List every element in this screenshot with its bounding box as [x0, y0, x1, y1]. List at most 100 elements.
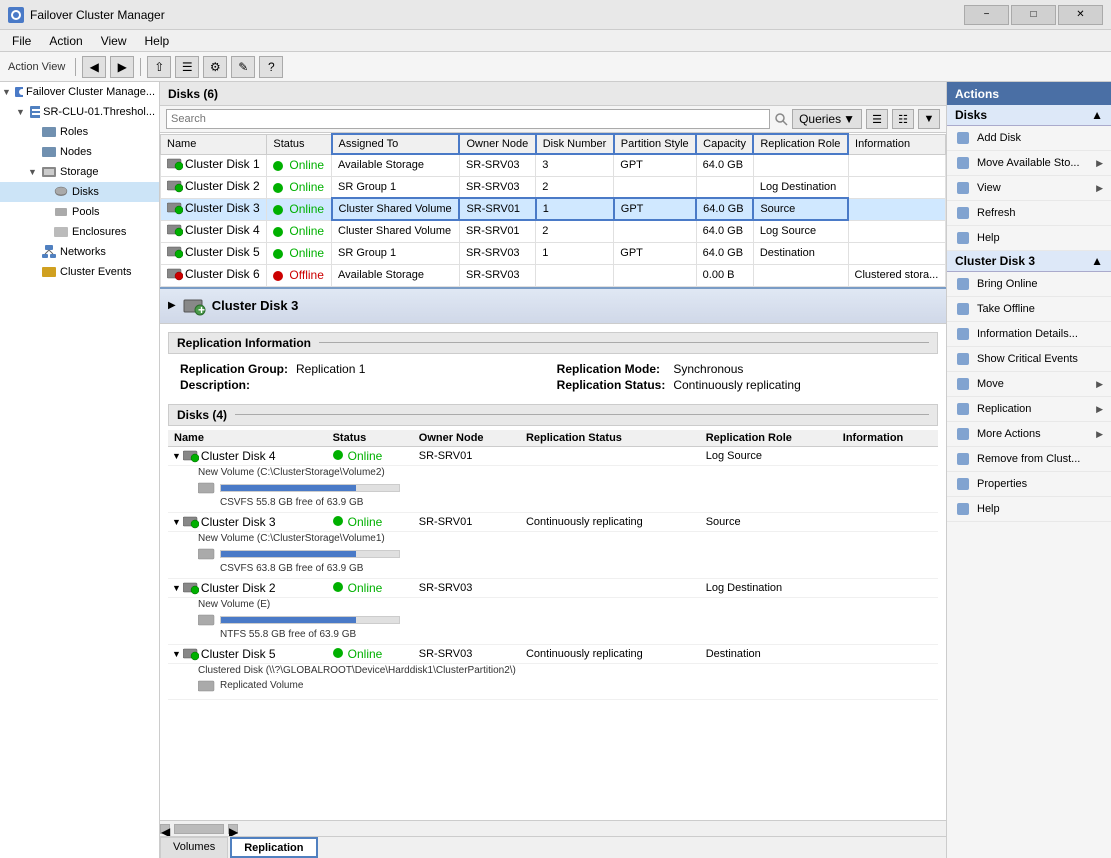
- tree-item-cluster[interactable]: ▼ SR-CLU-01.Threshol...: [0, 102, 159, 122]
- view-toggle-1[interactable]: ☰: [866, 109, 888, 129]
- table-row[interactable]: Cluster Disk 4 Online Cluster Shared Vol…: [161, 220, 946, 242]
- tab-volumes[interactable]: Volumes: [160, 837, 228, 858]
- toolbar-show-hide[interactable]: ☰: [175, 56, 199, 78]
- collapse-btn[interactable]: ▼: [172, 451, 181, 461]
- search-input[interactable]: [166, 109, 770, 129]
- tab-replication[interactable]: Replication: [230, 837, 317, 858]
- collapse-btn[interactable]: ▼: [172, 517, 181, 527]
- disk-table-header: Name Status Owner Node Replication Statu…: [168, 430, 938, 447]
- actions-disk3-label: Cluster Disk 3: [955, 254, 1035, 268]
- cell-disk-num: [536, 264, 614, 286]
- action-disk3-replication[interactable]: Replication ▶: [947, 397, 1111, 422]
- action-disk3-label: Properties: [977, 478, 1103, 490]
- toolbar-help[interactable]: ?: [259, 56, 283, 78]
- view-toggle-3[interactable]: ▼: [918, 109, 940, 129]
- view-toggle-2[interactable]: ☷: [892, 109, 914, 129]
- menu-view[interactable]: View: [93, 32, 135, 50]
- cell-status: Online: [267, 154, 332, 176]
- col-rep-role[interactable]: Replication Role: [753, 134, 848, 154]
- status-text: Online: [289, 224, 324, 238]
- minimize-button[interactable]: −: [964, 5, 1009, 25]
- desc-value: [296, 378, 549, 392]
- tree-item-networks[interactable]: Networks: [0, 242, 159, 262]
- action-item-add-disk[interactable]: Add Disk: [947, 126, 1111, 151]
- action-disk3-more-actions[interactable]: More Actions ▶: [947, 422, 1111, 447]
- left-panel: ▼ Failover Cluster Manage... ▼ SR-CLU-01…: [0, 82, 160, 858]
- action-disk3-properties[interactable]: Properties: [947, 472, 1111, 497]
- col-assigned[interactable]: Assigned To: [332, 134, 460, 154]
- d-cell-info: [837, 446, 938, 465]
- action-disk3-show-critical-events[interactable]: Show Critical Events: [947, 347, 1111, 372]
- panel-title: Disks (6): [168, 87, 218, 101]
- table-row[interactable]: Cluster Disk 3 Online Cluster Shared Vol…: [161, 198, 946, 220]
- table-row[interactable]: Cluster Disk 2 Online SR Group 1 SR-SRV0…: [161, 176, 946, 198]
- disk-detail-row[interactable]: ▼ Cluster Disk 4 Online SR-SRV01 Log Sou…: [168, 446, 938, 465]
- actions-title: Actions: [955, 87, 999, 101]
- toolbar-console[interactable]: ⚙: [203, 56, 227, 78]
- action-disk3-take-offline[interactable]: Take Offline: [947, 297, 1111, 322]
- toolbar-forward[interactable]: ▶: [110, 56, 134, 78]
- col-name[interactable]: Name: [161, 134, 267, 154]
- close-button[interactable]: ✕: [1058, 5, 1103, 25]
- col-capacity[interactable]: Capacity: [696, 134, 753, 154]
- networks-icon: [41, 244, 57, 260]
- disk-detail-row[interactable]: ▼ Cluster Disk 2 Online SR-SRV03 Log Des…: [168, 578, 938, 597]
- menu-action[interactable]: Action: [41, 32, 90, 50]
- action-item-refresh[interactable]: Refresh: [947, 201, 1111, 226]
- toolbar-up[interactable]: ⇧: [147, 56, 171, 78]
- menu-help[interactable]: Help: [137, 32, 178, 50]
- tree-item-cluster-events[interactable]: Cluster Events: [0, 262, 159, 282]
- col-status[interactable]: Status: [267, 134, 332, 154]
- action-item-move-available-sto---[interactable]: Move Available Sto... ▶: [947, 151, 1111, 176]
- disk-detail-row[interactable]: ▼ Cluster Disk 3 Online SR-SRV01 Continu…: [168, 512, 938, 531]
- expand-storage: ▼: [28, 167, 38, 177]
- col-disk-num[interactable]: Disk Number: [536, 134, 614, 154]
- collapse-btn[interactable]: ▼: [172, 583, 181, 593]
- action-item-view[interactable]: View ▶: [947, 176, 1111, 201]
- collapse-btn[interactable]: ▼: [172, 649, 181, 659]
- maximize-button[interactable]: □: [1011, 5, 1056, 25]
- actions-disk3-section[interactable]: Cluster Disk 3 ▲: [947, 251, 1111, 272]
- status-dot: [273, 227, 283, 237]
- action-disk3-move[interactable]: Move ▶: [947, 372, 1111, 397]
- tree-item-root[interactable]: ▼ Failover Cluster Manage...: [0, 82, 159, 102]
- col-partition[interactable]: Partition Style: [614, 134, 696, 154]
- table-row[interactable]: Cluster Disk 6 Offline Available Storage…: [161, 264, 946, 286]
- expand-pools: [40, 207, 50, 217]
- table-row[interactable]: Cluster Disk 5 Online SR Group 1 SR-SRV0…: [161, 242, 946, 264]
- tree-item-enclosures[interactable]: Enclosures: [0, 222, 159, 242]
- action-disk3-help[interactable]: Help: [947, 497, 1111, 522]
- tree-item-nodes[interactable]: Nodes: [0, 142, 159, 162]
- menu-file[interactable]: File: [4, 32, 39, 50]
- scroll-left[interactable]: ◀: [160, 824, 170, 834]
- col-owner[interactable]: Owner Node: [459, 134, 535, 154]
- action-item-help[interactable]: Help: [947, 226, 1111, 251]
- toolbar-properties[interactable]: ✎: [231, 56, 255, 78]
- action-icon: [955, 205, 971, 221]
- scroll-thumb[interactable]: [174, 824, 224, 834]
- action-disk3-label: Remove from Clust...: [977, 453, 1103, 465]
- scroll-right[interactable]: ▶: [228, 824, 238, 834]
- action-disk3-bring-online[interactable]: Bring Online: [947, 272, 1111, 297]
- tree-item-pools[interactable]: Pools: [0, 202, 159, 222]
- col-info[interactable]: Information: [848, 134, 945, 154]
- tree-item-roles[interactable]: Roles: [0, 122, 159, 142]
- table-row[interactable]: Cluster Disk 1 Online Available Storage …: [161, 154, 946, 176]
- horizontal-scroll[interactable]: ◀ ▶: [160, 820, 946, 836]
- status-text: Online: [289, 180, 324, 194]
- disks-icon: [53, 184, 69, 200]
- action-disk3-information-details---[interactable]: Information Details...: [947, 322, 1111, 347]
- action-disk3-remove-from-clust---[interactable]: Remove from Clust...: [947, 447, 1111, 472]
- expand-detail[interactable]: ▶: [168, 300, 176, 311]
- replication-section-header: Replication Information: [168, 332, 938, 354]
- pools-icon: [53, 204, 69, 220]
- tree-item-disks[interactable]: Disks: [0, 182, 159, 202]
- actions-disks-section[interactable]: Disks ▲: [947, 105, 1111, 126]
- toolbar-back[interactable]: ◀: [82, 56, 106, 78]
- d-cell-info: [837, 578, 938, 597]
- queries-button[interactable]: Queries ▼: [792, 109, 862, 129]
- cell-name: Cluster Disk 6: [161, 264, 267, 286]
- disk-detail-row[interactable]: ▼ Cluster Disk 5 Online SR-SRV03 Continu…: [168, 644, 938, 663]
- d-cell-name: ▼ Cluster Disk 4: [168, 446, 327, 465]
- tree-item-storage[interactable]: ▼ Storage: [0, 162, 159, 182]
